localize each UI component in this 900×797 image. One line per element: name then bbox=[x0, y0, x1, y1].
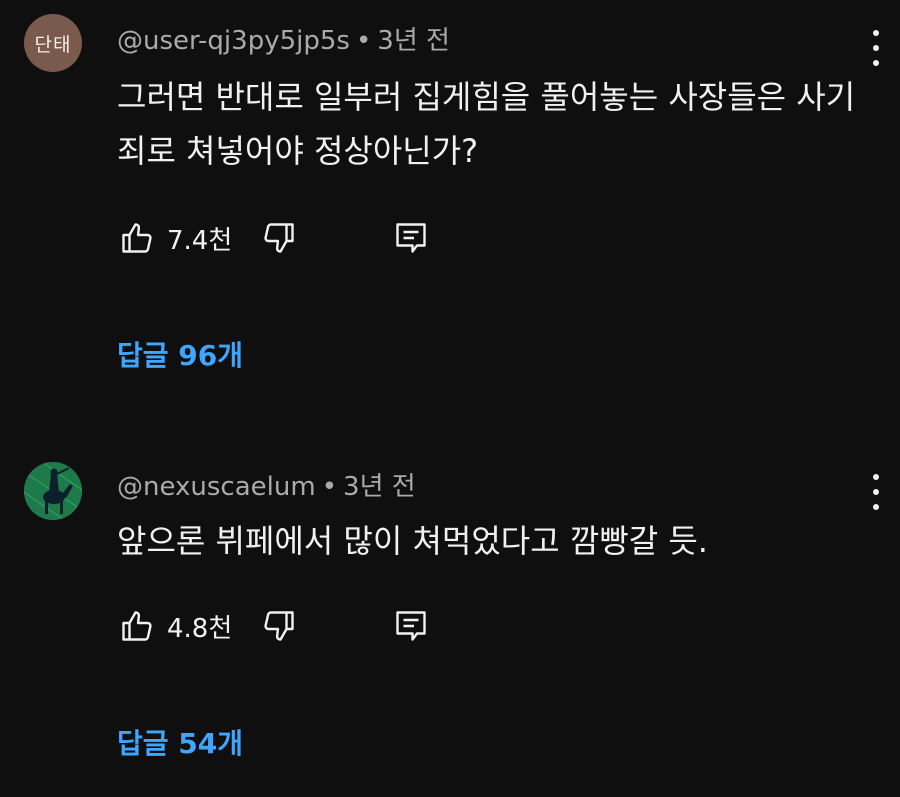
comment-meta: @user-qj3py5jp5s • 3년 전 bbox=[117, 20, 450, 57]
comment-time: 3년 전 bbox=[377, 26, 450, 56]
like-count: 4.8천 bbox=[167, 613, 233, 644]
author-name[interactable]: @nexuscaelum bbox=[117, 472, 316, 502]
thumbs-down-icon[interactable] bbox=[259, 606, 299, 646]
avatar[interactable]: 단태 bbox=[24, 14, 82, 72]
avatar-label: 단태 bbox=[34, 33, 72, 56]
meta-separator: • bbox=[321, 472, 338, 502]
more-vert-icon[interactable] bbox=[870, 30, 882, 66]
thumbs-up-icon[interactable] bbox=[117, 218, 157, 258]
thumbs-up-icon[interactable] bbox=[117, 606, 157, 646]
meta-separator: • bbox=[355, 26, 372, 56]
thumbs-down-icon[interactable] bbox=[259, 218, 299, 258]
comment-actions: 4.8천 bbox=[117, 604, 431, 648]
avatar[interactable] bbox=[24, 462, 82, 520]
comment-reply-icon[interactable] bbox=[391, 606, 431, 646]
like-count: 7.4천 bbox=[167, 225, 233, 256]
comment-text: 앞으론 뷔페에서 많이 쳐먹었다고 깜빵갈 듯. bbox=[117, 522, 708, 560]
avatar-image bbox=[24, 462, 82, 520]
comment-text: 그러면 반대로 일부러 집게힘을 풀어놓는 사장들은 사기죄로 쳐넣어야 정상아… bbox=[117, 78, 856, 170]
replies-button[interactable]: 답글 96개 bbox=[117, 334, 243, 374]
comment-item: 단태 @user-qj3py5jp5s • 3년 전 그러면 반대로 일부러 집게힘… bbox=[0, 0, 900, 420]
comment-reply-icon[interactable] bbox=[391, 218, 431, 258]
comment-item: @nexuscaelum • 3년 전 앞으론 뷔페에서 많이 쳐먹었다고 깜빵갈 … bbox=[0, 440, 900, 797]
comment-time: 3년 전 bbox=[343, 472, 416, 502]
replies-button[interactable]: 답글 54개 bbox=[117, 722, 243, 762]
comment-actions: 7.4천 bbox=[117, 216, 431, 260]
comment-meta: @nexuscaelum • 3년 전 bbox=[117, 466, 416, 503]
author-name[interactable]: @user-qj3py5jp5s bbox=[117, 26, 350, 56]
more-vert-icon[interactable] bbox=[870, 474, 882, 510]
